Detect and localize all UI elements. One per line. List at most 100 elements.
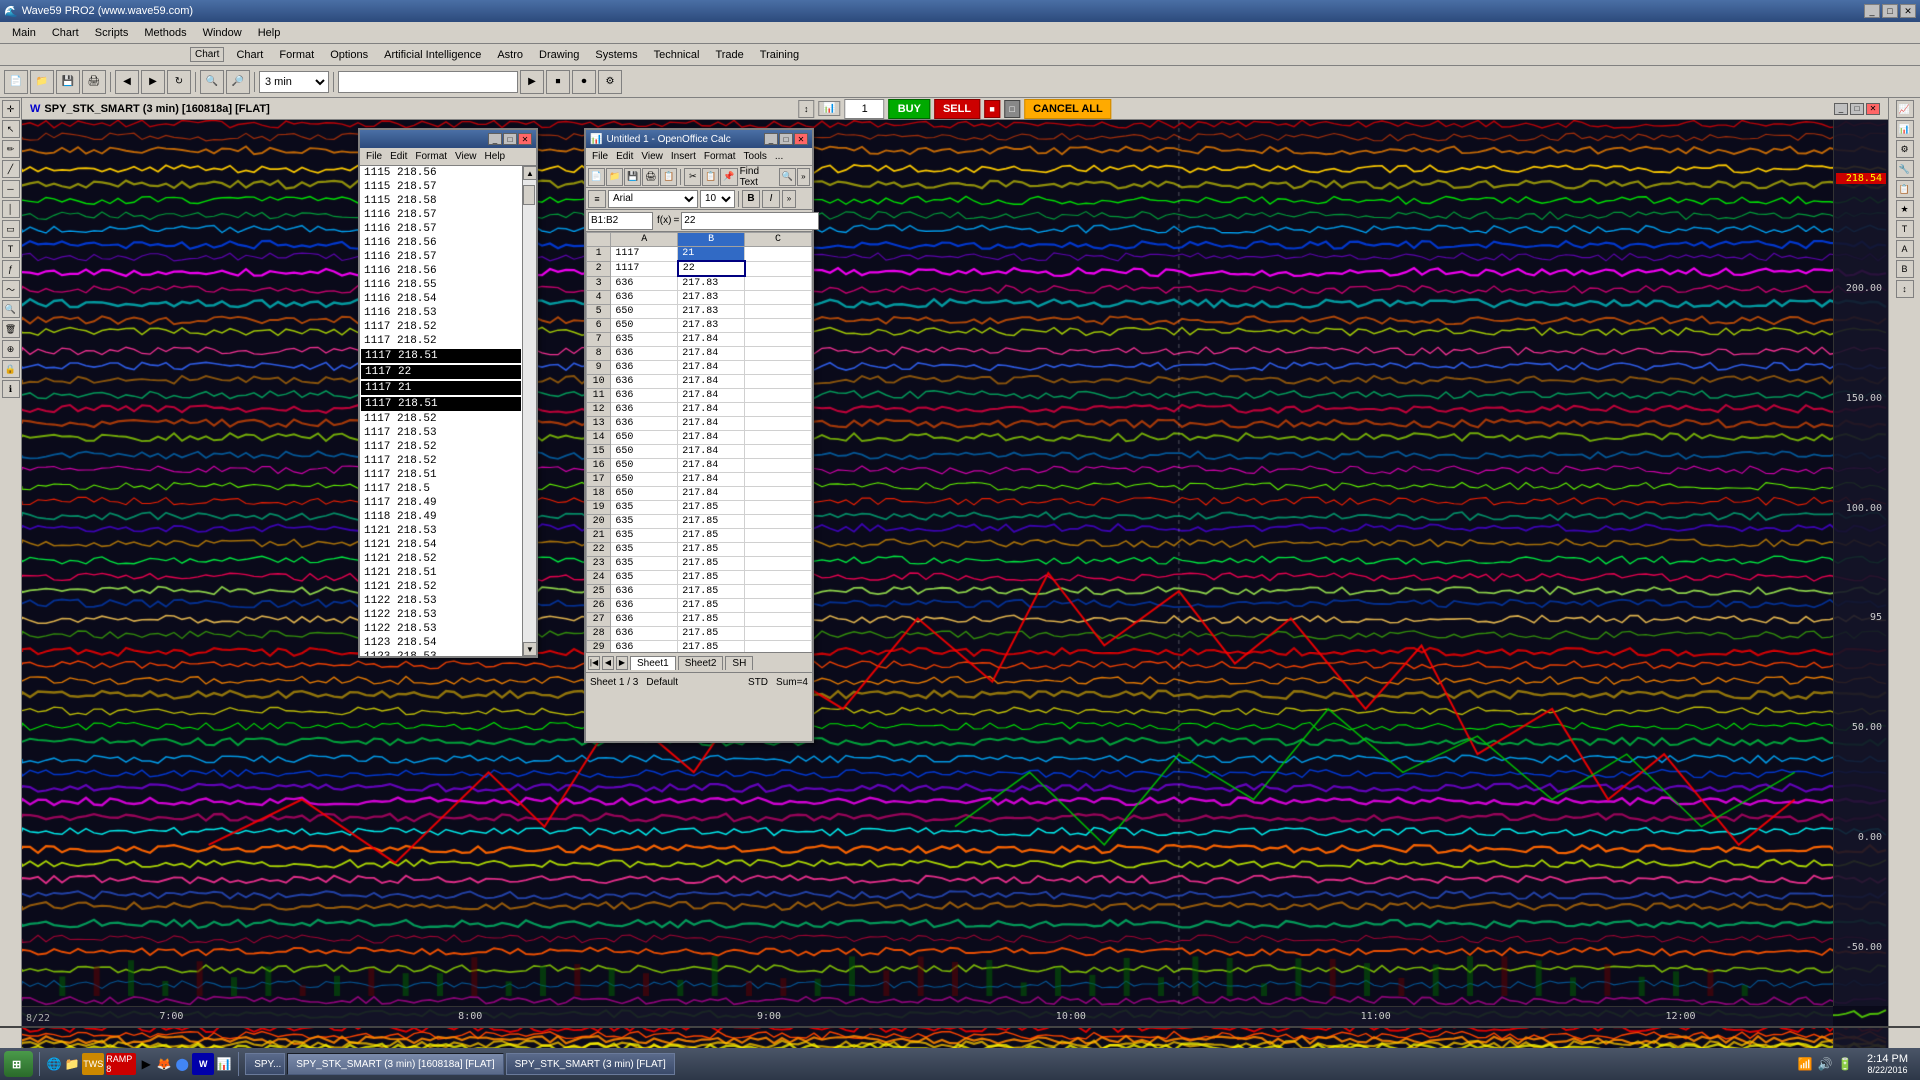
ticker-item[interactable]: 1116 218.55 bbox=[360, 278, 522, 292]
right-btn-2[interactable]: 📊 bbox=[1896, 120, 1914, 138]
calc-btn-new[interactable]: 📄 bbox=[588, 168, 605, 186]
cell-b[interactable]: 21 bbox=[678, 247, 745, 262]
col-header-a[interactable]: A bbox=[611, 233, 678, 247]
taskbar-btn-chart2[interactable]: SPY_STK_SMART (3 min) [FLAT] bbox=[506, 1053, 675, 1075]
ticker-item[interactable]: 1117 218.52 bbox=[360, 454, 522, 468]
cell-a[interactable]: 635 bbox=[611, 515, 678, 529]
cell-b[interactable]: 217.84 bbox=[678, 445, 745, 459]
cell-c[interactable] bbox=[745, 599, 812, 613]
ticker-edit[interactable]: Edit bbox=[386, 150, 411, 163]
cell-b[interactable]: 22 bbox=[678, 261, 745, 276]
sheet-nav-first[interactable]: |◀ bbox=[588, 656, 600, 670]
chart-menu-ai[interactable]: Artificial Intelligence bbox=[376, 47, 489, 63]
row-header[interactable]: 25 bbox=[587, 585, 611, 599]
cell-a[interactable]: 1117 bbox=[611, 247, 678, 262]
wave-icon[interactable]: W bbox=[192, 1053, 214, 1075]
cell-c[interactable] bbox=[745, 487, 812, 501]
ticker-titlebar[interactable]: _ □ ✕ bbox=[360, 130, 536, 148]
chart-restore-btn[interactable]: □ bbox=[1850, 103, 1864, 115]
chrome-icon[interactable]: ⬤ bbox=[174, 1056, 190, 1072]
ticker-item[interactable]: 1117 218.51 bbox=[360, 396, 522, 412]
sidebar-delete[interactable]: 🗑 bbox=[2, 320, 20, 338]
ticker-item[interactable]: 1116 218.57 bbox=[360, 250, 522, 264]
ticker-item[interactable]: 1123 218.53 bbox=[360, 650, 522, 656]
row-header[interactable]: 27 bbox=[587, 613, 611, 627]
row-header[interactable]: 6 bbox=[587, 319, 611, 333]
sidebar-line[interactable]: ╱ bbox=[2, 160, 20, 178]
ticker-item[interactable]: 1122 218.53 bbox=[360, 622, 522, 636]
sidebar-text[interactable]: T bbox=[2, 240, 20, 258]
cell-a[interactable]: 650 bbox=[611, 445, 678, 459]
row-header[interactable]: 5 bbox=[587, 305, 611, 319]
ticker-item[interactable]: 1115 218.58 bbox=[360, 194, 522, 208]
cell-b[interactable]: 217.83 bbox=[678, 319, 745, 333]
cell-a[interactable]: 636 bbox=[611, 641, 678, 653]
calc-btn-cut[interactable]: ✂ bbox=[684, 168, 701, 186]
cell-a[interactable]: 636 bbox=[611, 403, 678, 417]
tws-icon[interactable]: TWS bbox=[82, 1053, 104, 1075]
cell-c[interactable] bbox=[745, 247, 812, 262]
ticker-item[interactable]: 1121 218.52 bbox=[360, 552, 522, 566]
ticker-view[interactable]: View bbox=[451, 150, 481, 163]
row-header[interactable]: 20 bbox=[587, 515, 611, 529]
cell-a[interactable]: 636 bbox=[611, 276, 678, 291]
cancel-all-button[interactable]: CANCEL ALL bbox=[1024, 99, 1112, 119]
cell-c[interactable] bbox=[745, 333, 812, 347]
ticker-item[interactable]: 1117 218.52 bbox=[360, 320, 522, 334]
toolbar-forward[interactable]: ▶ bbox=[141, 70, 165, 94]
right-btn-1[interactable]: 📈 bbox=[1896, 100, 1914, 118]
cell-c[interactable] bbox=[745, 529, 812, 543]
toolbar-play[interactable]: ▶ bbox=[520, 70, 544, 94]
ie-icon[interactable]: 🌐 bbox=[46, 1056, 62, 1072]
calc-bold-btn[interactable]: B bbox=[742, 190, 760, 208]
cell-a[interactable]: 650 bbox=[611, 319, 678, 333]
row-header[interactable]: 23 bbox=[587, 557, 611, 571]
cell-b[interactable]: 217.84 bbox=[678, 403, 745, 417]
col-header-b[interactable]: B bbox=[678, 233, 745, 247]
sidebar-zoom[interactable]: 🔍 bbox=[2, 300, 20, 318]
calc-btn-copy[interactable]: 📋 bbox=[702, 168, 719, 186]
menu-window[interactable]: Window bbox=[195, 25, 250, 41]
cell-b[interactable]: 217.84 bbox=[678, 417, 745, 431]
right-btn-10[interactable]: ↕ bbox=[1896, 280, 1914, 298]
ticker-item[interactable]: 1117 21 bbox=[360, 380, 522, 396]
row-header[interactable]: 2 bbox=[587, 261, 611, 276]
sidebar-crosshair[interactable]: ✛ bbox=[2, 100, 20, 118]
row-header[interactable]: 19 bbox=[587, 501, 611, 515]
cell-b[interactable]: 217.84 bbox=[678, 459, 745, 473]
row-header[interactable]: 28 bbox=[587, 627, 611, 641]
cell-b[interactable]: 217.85 bbox=[678, 543, 745, 557]
ticker-item[interactable]: 1117 218.52 bbox=[360, 334, 522, 348]
row-header[interactable]: 9 bbox=[587, 361, 611, 375]
toolbar-stop[interactable]: ⏹ bbox=[546, 70, 570, 94]
ticker-item[interactable]: 1117 218.52 bbox=[360, 440, 522, 454]
ticker-item[interactable]: 1117 218.49 bbox=[360, 496, 522, 510]
cell-b[interactable]: 217.85 bbox=[678, 627, 745, 641]
sidebar-rect[interactable]: ▭ bbox=[2, 220, 20, 238]
calc-menu-insert[interactable]: Insert bbox=[667, 150, 700, 163]
font-selector[interactable]: Arial bbox=[608, 190, 698, 208]
ticker-item[interactable]: 1117 218.52 bbox=[360, 412, 522, 426]
chart-close-btn[interactable]: ✕ bbox=[1866, 103, 1880, 115]
calc-menu-more[interactable]: ... bbox=[771, 150, 787, 163]
sidebar-info[interactable]: ℹ bbox=[2, 380, 20, 398]
cell-c[interactable] bbox=[745, 305, 812, 319]
cell-a[interactable]: 636 bbox=[611, 627, 678, 641]
tray-battery[interactable]: 🔋 bbox=[1837, 1056, 1853, 1072]
cell-a[interactable]: 650 bbox=[611, 459, 678, 473]
folder-icon[interactable]: 📁 bbox=[64, 1056, 80, 1072]
menu-scripts[interactable]: Scripts bbox=[87, 25, 137, 41]
calc-menu-view[interactable]: View bbox=[637, 150, 667, 163]
cell-c[interactable] bbox=[745, 501, 812, 515]
cell-b[interactable]: 217.85 bbox=[678, 641, 745, 653]
cell-b[interactable]: 217.85 bbox=[678, 585, 745, 599]
menu-methods[interactable]: Methods bbox=[136, 25, 194, 41]
cell-b[interactable]: 217.85 bbox=[678, 515, 745, 529]
row-header[interactable]: 14 bbox=[587, 431, 611, 445]
cell-c[interactable] bbox=[745, 276, 812, 291]
taskbar-btn-spy[interactable]: SPY... bbox=[245, 1053, 285, 1075]
sidebar-vline[interactable]: │ bbox=[2, 200, 20, 218]
row-header[interactable]: 18 bbox=[587, 487, 611, 501]
tray-volume[interactable]: 🔊 bbox=[1817, 1056, 1833, 1072]
media-icon[interactable]: ▶ bbox=[138, 1056, 154, 1072]
